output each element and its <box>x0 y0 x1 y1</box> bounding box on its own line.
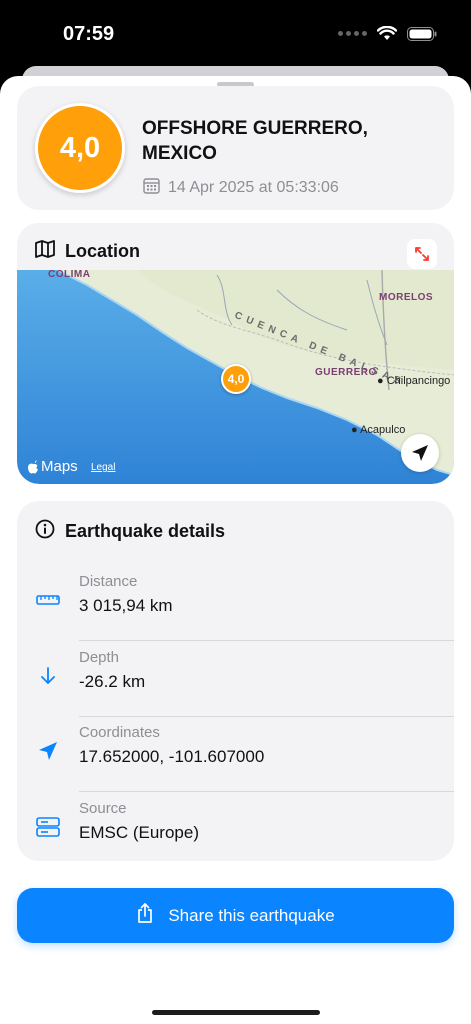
detail-row-distance: Distance 3 015,94 km <box>17 565 454 641</box>
earthquake-detail-sheet: 4,0 OFFSHORE GUERRERO, MEXICO 14 Apr 202… <box>0 76 471 1024</box>
status-icons <box>338 26 437 41</box>
detail-label: Distance <box>79 573 138 590</box>
ruler-icon <box>35 587 61 613</box>
place-title: OFFSHORE GUERRERO, MEXICO <box>142 118 368 164</box>
date-row: 14 Apr 2025 at 05:33:06 <box>143 177 339 199</box>
map-view[interactable]: COLIMA MORELOS GUERRERO CUENCA DE BALSAS… <box>17 270 454 484</box>
home-indicator <box>152 1010 320 1015</box>
detail-value: 3 015,94 km <box>79 596 173 615</box>
map-region-label: COLIMA <box>48 270 91 280</box>
earthquake-header-card: 4,0 OFFSHORE GUERRERO, MEXICO 14 Apr 202… <box>17 86 454 210</box>
detail-label: Source <box>79 800 127 817</box>
location-arrow-icon <box>412 445 428 461</box>
locate-me-button[interactable] <box>401 434 439 472</box>
event-date: 14 Apr 2025 at 05:33:06 <box>168 179 339 196</box>
location-title: Location <box>65 241 140 261</box>
detail-value: -26.2 km <box>79 672 146 691</box>
detail-row-depth: Depth -26.2 km <box>17 641 454 717</box>
map-icon <box>35 240 55 263</box>
legal-link[interactable]: Legal <box>91 462 115 473</box>
apple-logo-icon <box>27 459 39 474</box>
expand-map-button[interactable] <box>407 239 437 269</box>
location-card: Location COLIMA MORELOS GUERRERO CUENCA … <box>17 223 454 484</box>
location-header: Location <box>35 240 140 263</box>
details-header: Earthquake details <box>35 519 225 544</box>
map-region-label: MORELOS <box>379 292 434 303</box>
detail-label: Coordinates <box>79 724 160 741</box>
map-city-label: ● Chilpancingo <box>377 375 451 387</box>
map-city-label: ● Acapulco <box>351 424 406 436</box>
detail-label: Depth <box>79 649 120 666</box>
expand-icon <box>415 247 429 261</box>
status-time: 07:59 <box>63 23 115 45</box>
info-icon <box>35 519 55 544</box>
calendar-icon <box>143 177 160 199</box>
magnitude-badge: 4,0 <box>35 103 125 193</box>
battery-icon <box>407 26 437 41</box>
details-title: Earthquake details <box>65 521 226 541</box>
server-icon <box>35 814 61 840</box>
earthquake-details-card: Earthquake details Distance 3 015,94 km … <box>17 501 454 861</box>
share-earthquake-button[interactable]: Share this earthquake <box>17 888 454 943</box>
arrow-down-icon <box>35 663 61 689</box>
detail-row-coordinates: Coordinates 17.652000, -101.607000 <box>17 716 454 792</box>
detail-value: EMSC (Europe) <box>79 823 199 842</box>
status-bar: 07:59 <box>0 0 471 70</box>
share-icon <box>136 903 154 928</box>
share-button-label: Share this earthquake <box>168 905 335 925</box>
detail-value: 17.652000, -101.607000 <box>79 747 265 766</box>
cellular-signal-icon <box>338 31 367 36</box>
location-arrow-icon <box>35 738 61 764</box>
earthquake-map-pin[interactable]: 4,0 <box>221 364 251 394</box>
wifi-icon <box>377 26 397 41</box>
detail-row-source: Source EMSC (Europe) <box>17 792 454 868</box>
maps-provider-logo: Maps <box>27 458 78 475</box>
